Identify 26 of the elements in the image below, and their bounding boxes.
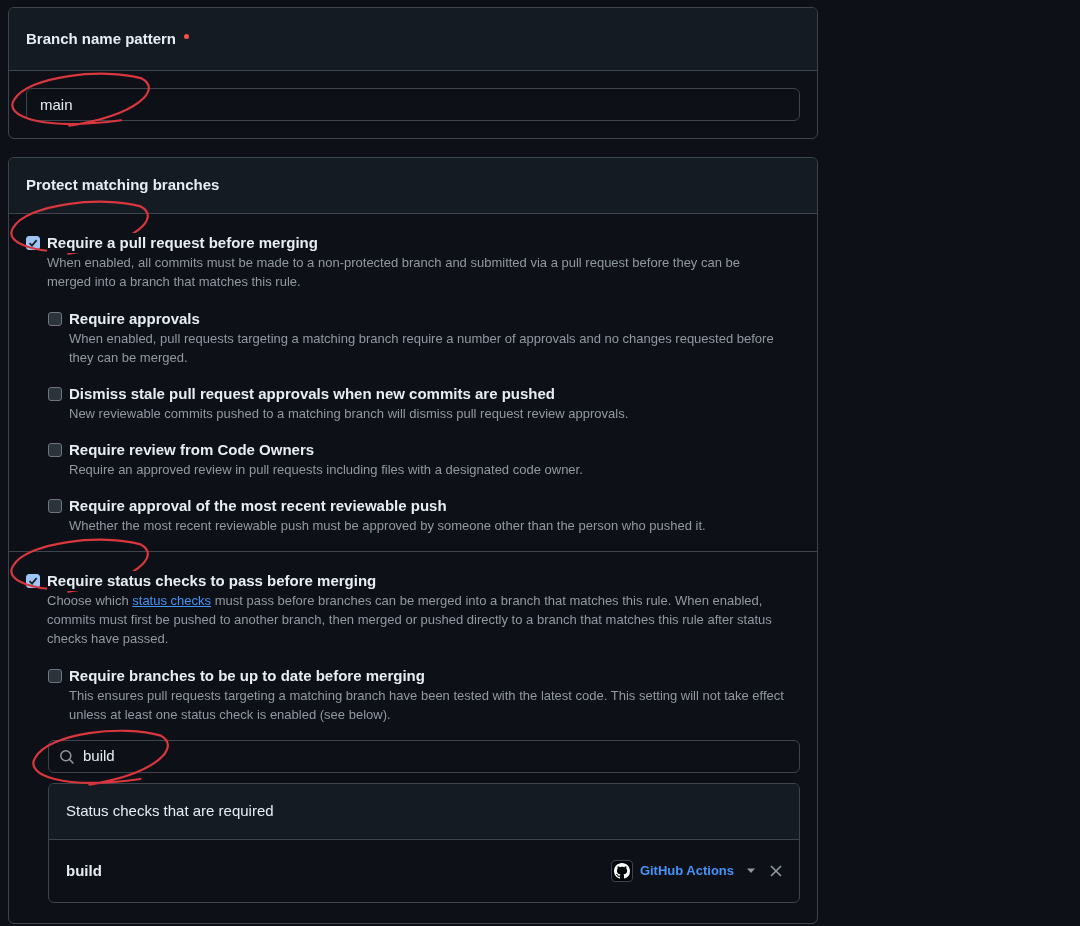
rule-description: Whether the most recent reviewable push must be approved by someone other than the person who pushed it. (69, 517, 707, 535)
checkbox[interactable] (48, 443, 62, 457)
checkbox[interactable] (48, 387, 62, 401)
checkbox[interactable] (48, 499, 62, 513)
input-field[interactable]: main (26, 88, 800, 121)
octocat-icon (610, 860, 633, 882)
app-link[interactable]: GitHub Actions (639, 861, 734, 881)
rule-description: New reviewable commits pushed to a matching branch will dismiss pull request review approvals. (69, 405, 630, 423)
checkbox[interactable] (48, 312, 62, 326)
search-field[interactable]: build (48, 740, 800, 773)
close-icon[interactable] (770, 865, 782, 877)
link[interactable]: status checks (132, 593, 212, 608)
caret-icon[interactable] (746, 868, 756, 874)
rule-title: Require status checks to pass before merging (47, 571, 377, 591)
section-title: Protect matching branches (26, 175, 220, 196)
rule-title: Require a pull request before merging (47, 233, 318, 253)
checkbox[interactable] (48, 669, 62, 683)
search-icon (59, 748, 75, 765)
rule-description: When enabled, pull requests targeting a matching branch require a number of approvals and no changes requested before they can be merged. (69, 330, 775, 367)
field-label: Branch name pattern (26, 28, 177, 49)
panel-title: Status checks that are required (66, 801, 274, 822)
check-name: build (66, 860, 103, 881)
rule-description: This ensures pull requests targeting a matching branch have been tested with the latest code. This setting will not take effect unless at least one status check is enabled (see below). (69, 687, 785, 724)
rule-description: Choose which status checks must pass before branches can be merged into a branch that matches this rule. When enabled, commits must first be pushed to another branch, then merged or pushed directly to a branch that matches this rule after status checks have passed. (47, 592, 773, 648)
rule-description: When enabled, all commits must be made to a non-protected branch and submitted via a pull request before they can be merged into a branch that matches this rule. (47, 254, 741, 291)
rule-description: Require an approved review in pull requests including files with a designated code owner. (69, 461, 584, 479)
